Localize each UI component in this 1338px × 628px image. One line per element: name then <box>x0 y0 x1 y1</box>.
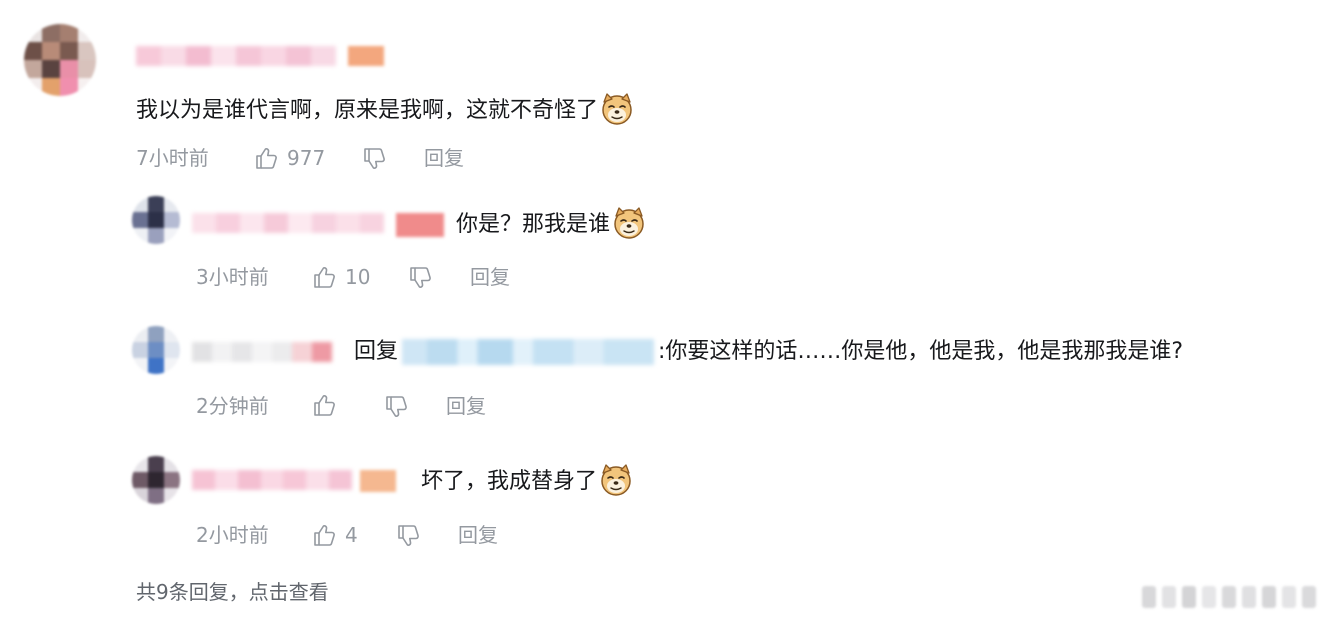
reply-username[interactable] <box>192 342 332 362</box>
dislike-button[interactable] <box>362 147 387 172</box>
reply-avatar[interactable] <box>132 456 180 504</box>
doge-emoji-icon <box>601 464 631 496</box>
reply-username[interactable] <box>192 213 384 233</box>
dislike-button[interactable] <box>384 395 409 420</box>
reply-time: 2分钟前 <box>196 394 269 418</box>
watermark <box>1142 584 1326 610</box>
doge-emoji-icon <box>614 207 644 239</box>
comment-time: 7小时前 <box>136 146 209 170</box>
commenter-avatar[interactable] <box>24 24 96 96</box>
view-more-replies-link[interactable]: 共9条回复，点击查看 <box>136 576 329 605</box>
like-count: 977 <box>287 146 326 170</box>
like-button[interactable]: 977 <box>254 145 325 171</box>
thumbs-down-icon <box>364 148 385 169</box>
reply-avatar[interactable] <box>132 196 180 244</box>
reply-content: 坏了，我成替身了 <box>421 469 598 494</box>
comment-meta: 7小时前 977 回复 <box>136 145 536 173</box>
doge-emoji-icon <box>602 93 632 125</box>
thumbs-up-icon <box>314 266 335 288</box>
thumbs-up-icon <box>256 147 277 169</box>
reply-username[interactable] <box>192 470 353 490</box>
reply-text: 你是？那我是谁 <box>456 207 646 242</box>
thumbs-down-icon <box>386 396 407 417</box>
reply-content: 你是？那我是谁 <box>456 212 611 237</box>
reply-meta: 2分钟前 回复 <box>196 393 596 421</box>
dislike-button[interactable] <box>408 266 433 291</box>
thumbs-down-icon <box>398 525 419 546</box>
reply-text: 坏了，我成替身了 <box>421 464 633 499</box>
reply-content: :你要这样的话……你是他，他是我，他是我那我是谁? <box>658 339 1184 364</box>
reply-button[interactable]: 回复 <box>424 145 464 171</box>
like-count: 4 <box>345 523 358 547</box>
commenter-username[interactable] <box>136 46 336 66</box>
thumbs-down-icon <box>410 267 431 288</box>
thumbs-up-icon <box>314 524 335 546</box>
reply-time: 2小时前 <box>196 523 269 547</box>
like-button[interactable]: 4 <box>312 522 358 548</box>
mentioned-username[interactable] <box>402 339 655 365</box>
user-level-badge <box>348 46 384 66</box>
reply-meta: 2小时前 4 回复 <box>196 522 596 550</box>
reply-button[interactable]: 回复 <box>446 393 486 419</box>
comment-text: 我以为是谁代言啊，原来是我啊，这就不奇怪了 <box>136 93 634 128</box>
reply-meta: 3小时前 10 回复 <box>196 264 596 292</box>
reply-button[interactable]: 回复 <box>470 264 510 290</box>
reply-time: 3小时前 <box>196 265 269 289</box>
reply-button[interactable]: 回复 <box>458 522 498 548</box>
like-button[interactable] <box>312 393 337 418</box>
reply-avatar[interactable] <box>132 326 180 374</box>
user-level-badge <box>360 470 396 492</box>
reply-text: 回复 :你要这样的话……你是他，他是我，他是我那我是谁? <box>354 337 1183 367</box>
comment-content: 我以为是谁代言啊，原来是我啊，这就不奇怪了 <box>136 98 599 123</box>
reply-prefix: 回复 <box>354 339 399 364</box>
thumbs-up-icon <box>314 395 335 416</box>
user-level-badge <box>396 213 444 237</box>
dislike-button[interactable] <box>396 524 421 549</box>
like-button[interactable]: 10 <box>312 264 370 290</box>
like-count: 10 <box>345 265 371 289</box>
